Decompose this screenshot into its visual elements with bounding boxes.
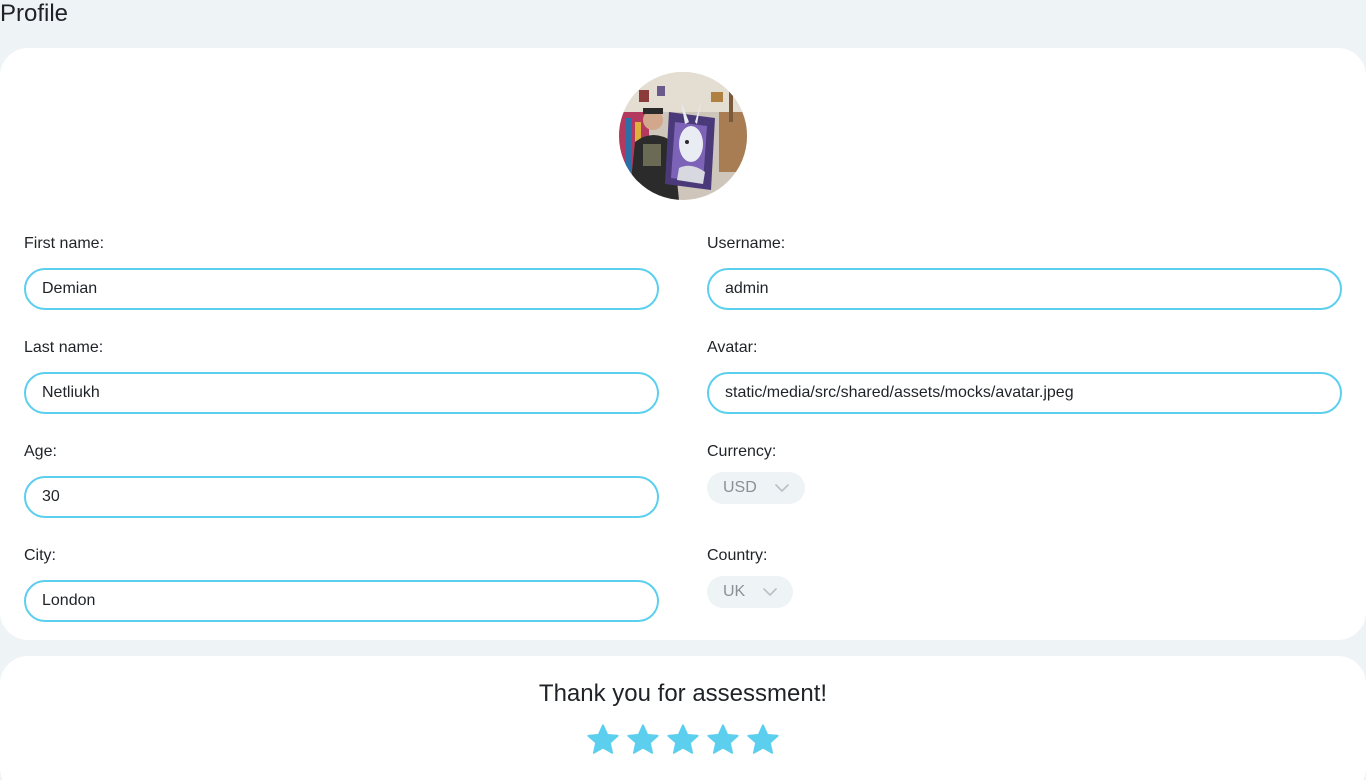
currency-label: Currency: bbox=[707, 443, 777, 460]
page-title: Profile bbox=[0, 0, 69, 27]
first-name-label: First name: bbox=[24, 235, 105, 252]
age-label: Age: bbox=[24, 443, 57, 460]
country-value: UK bbox=[723, 583, 746, 600]
age-input[interactable] bbox=[24, 476, 659, 518]
avatar-input[interactable] bbox=[707, 372, 1342, 414]
chevron-down-icon bbox=[763, 588, 778, 596]
profile-card: First name: Last name: Age: City: Userna… bbox=[0, 48, 1366, 640]
last-name-label: Last name: bbox=[24, 339, 104, 356]
star-icon[interactable] bbox=[665, 722, 701, 758]
username-field: Username: bbox=[707, 234, 1342, 310]
username-label: Username: bbox=[707, 235, 786, 252]
chevron-down-icon bbox=[774, 484, 789, 492]
star-icon[interactable] bbox=[745, 722, 781, 758]
currency-select[interactable]: USD bbox=[707, 472, 805, 504]
star-rating bbox=[0, 722, 1366, 758]
currency-value: USD bbox=[723, 479, 757, 496]
star-icon[interactable] bbox=[625, 722, 661, 758]
city-label: City: bbox=[24, 547, 56, 564]
last-name-field: Last name: bbox=[24, 338, 659, 414]
avatar-field: Avatar: bbox=[707, 338, 1342, 414]
star-icon[interactable] bbox=[705, 722, 741, 758]
city-input[interactable] bbox=[24, 580, 659, 622]
last-name-input[interactable] bbox=[24, 372, 659, 414]
username-input[interactable] bbox=[707, 268, 1342, 310]
country-select[interactable]: UK bbox=[707, 576, 794, 608]
avatar-label: Avatar: bbox=[707, 339, 758, 356]
avatar-image bbox=[619, 72, 747, 200]
star-icon[interactable] bbox=[585, 722, 621, 758]
first-name-field: First name: bbox=[24, 234, 659, 310]
country-label: Country: bbox=[707, 547, 768, 564]
avatar bbox=[619, 72, 747, 200]
first-name-input[interactable] bbox=[24, 268, 659, 310]
city-field: City: bbox=[24, 546, 659, 622]
age-field: Age: bbox=[24, 442, 659, 518]
currency-field: Currency: USD bbox=[707, 442, 1342, 504]
country-field: Country: UK bbox=[707, 546, 1342, 608]
rating-title: Thank you for assessment! bbox=[538, 680, 828, 707]
rating-card: Thank you for assessment! bbox=[0, 656, 1366, 780]
